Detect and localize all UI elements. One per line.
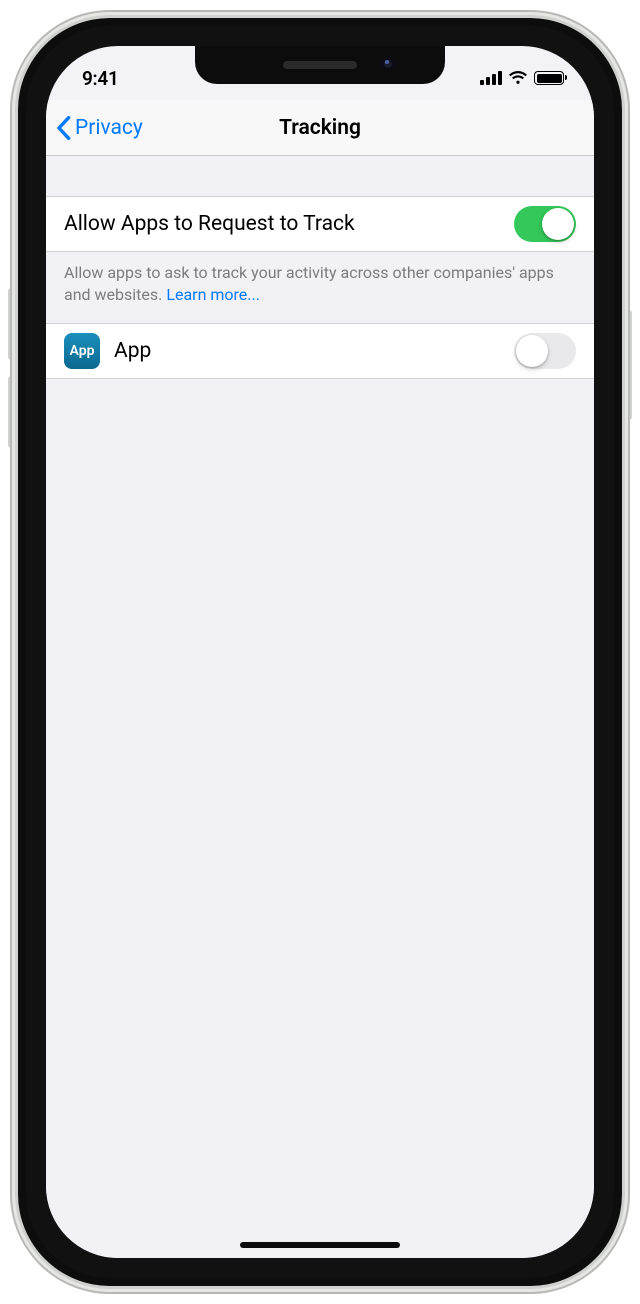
- status-time: 9:41: [82, 67, 119, 90]
- battery-icon: [534, 71, 564, 85]
- learn-more-link[interactable]: Learn more...: [166, 285, 260, 304]
- app-icon: App: [64, 333, 100, 369]
- nav-bar: Privacy Tracking: [46, 100, 594, 156]
- page-title: Tracking: [279, 116, 361, 140]
- app-tracking-toggle[interactable]: [514, 333, 576, 369]
- phone-bezel: 9:41 Privacy Tracking Allow A: [26, 26, 614, 1278]
- power-button: [626, 310, 632, 420]
- allow-tracking-toggle[interactable]: [514, 206, 576, 242]
- notch: [195, 46, 445, 84]
- toggle-knob: [542, 208, 574, 240]
- section-footer-text: Allow apps to ask to track your activity…: [46, 252, 594, 323]
- toggle-knob: [516, 335, 548, 367]
- content-area: Allow Apps to Request to Track Allow app…: [46, 156, 594, 1258]
- cellular-signal-icon: [480, 71, 502, 85]
- back-button[interactable]: Privacy: [56, 100, 143, 155]
- volume-up-button: [8, 288, 14, 360]
- front-camera: [381, 57, 395, 71]
- app-name-label: App: [114, 339, 514, 363]
- status-icons: [480, 71, 564, 85]
- allow-tracking-row: Allow Apps to Request to Track: [46, 196, 594, 252]
- mute-switch: [10, 208, 16, 250]
- wifi-icon: [508, 71, 528, 85]
- phone-frame: 9:41 Privacy Tracking Allow A: [18, 18, 622, 1286]
- app-tracking-row: App App: [46, 323, 594, 379]
- chevron-left-icon: [56, 116, 71, 140]
- back-label: Privacy: [75, 116, 143, 140]
- apps-list: App App: [46, 323, 594, 379]
- speaker-grille: [283, 61, 357, 69]
- home-indicator[interactable]: [240, 1242, 400, 1248]
- volume-down-button: [8, 376, 14, 448]
- screen: 9:41 Privacy Tracking Allow A: [46, 46, 594, 1258]
- footer-description: Allow apps to ask to track your activity…: [64, 263, 554, 304]
- allow-tracking-label: Allow Apps to Request to Track: [64, 212, 514, 236]
